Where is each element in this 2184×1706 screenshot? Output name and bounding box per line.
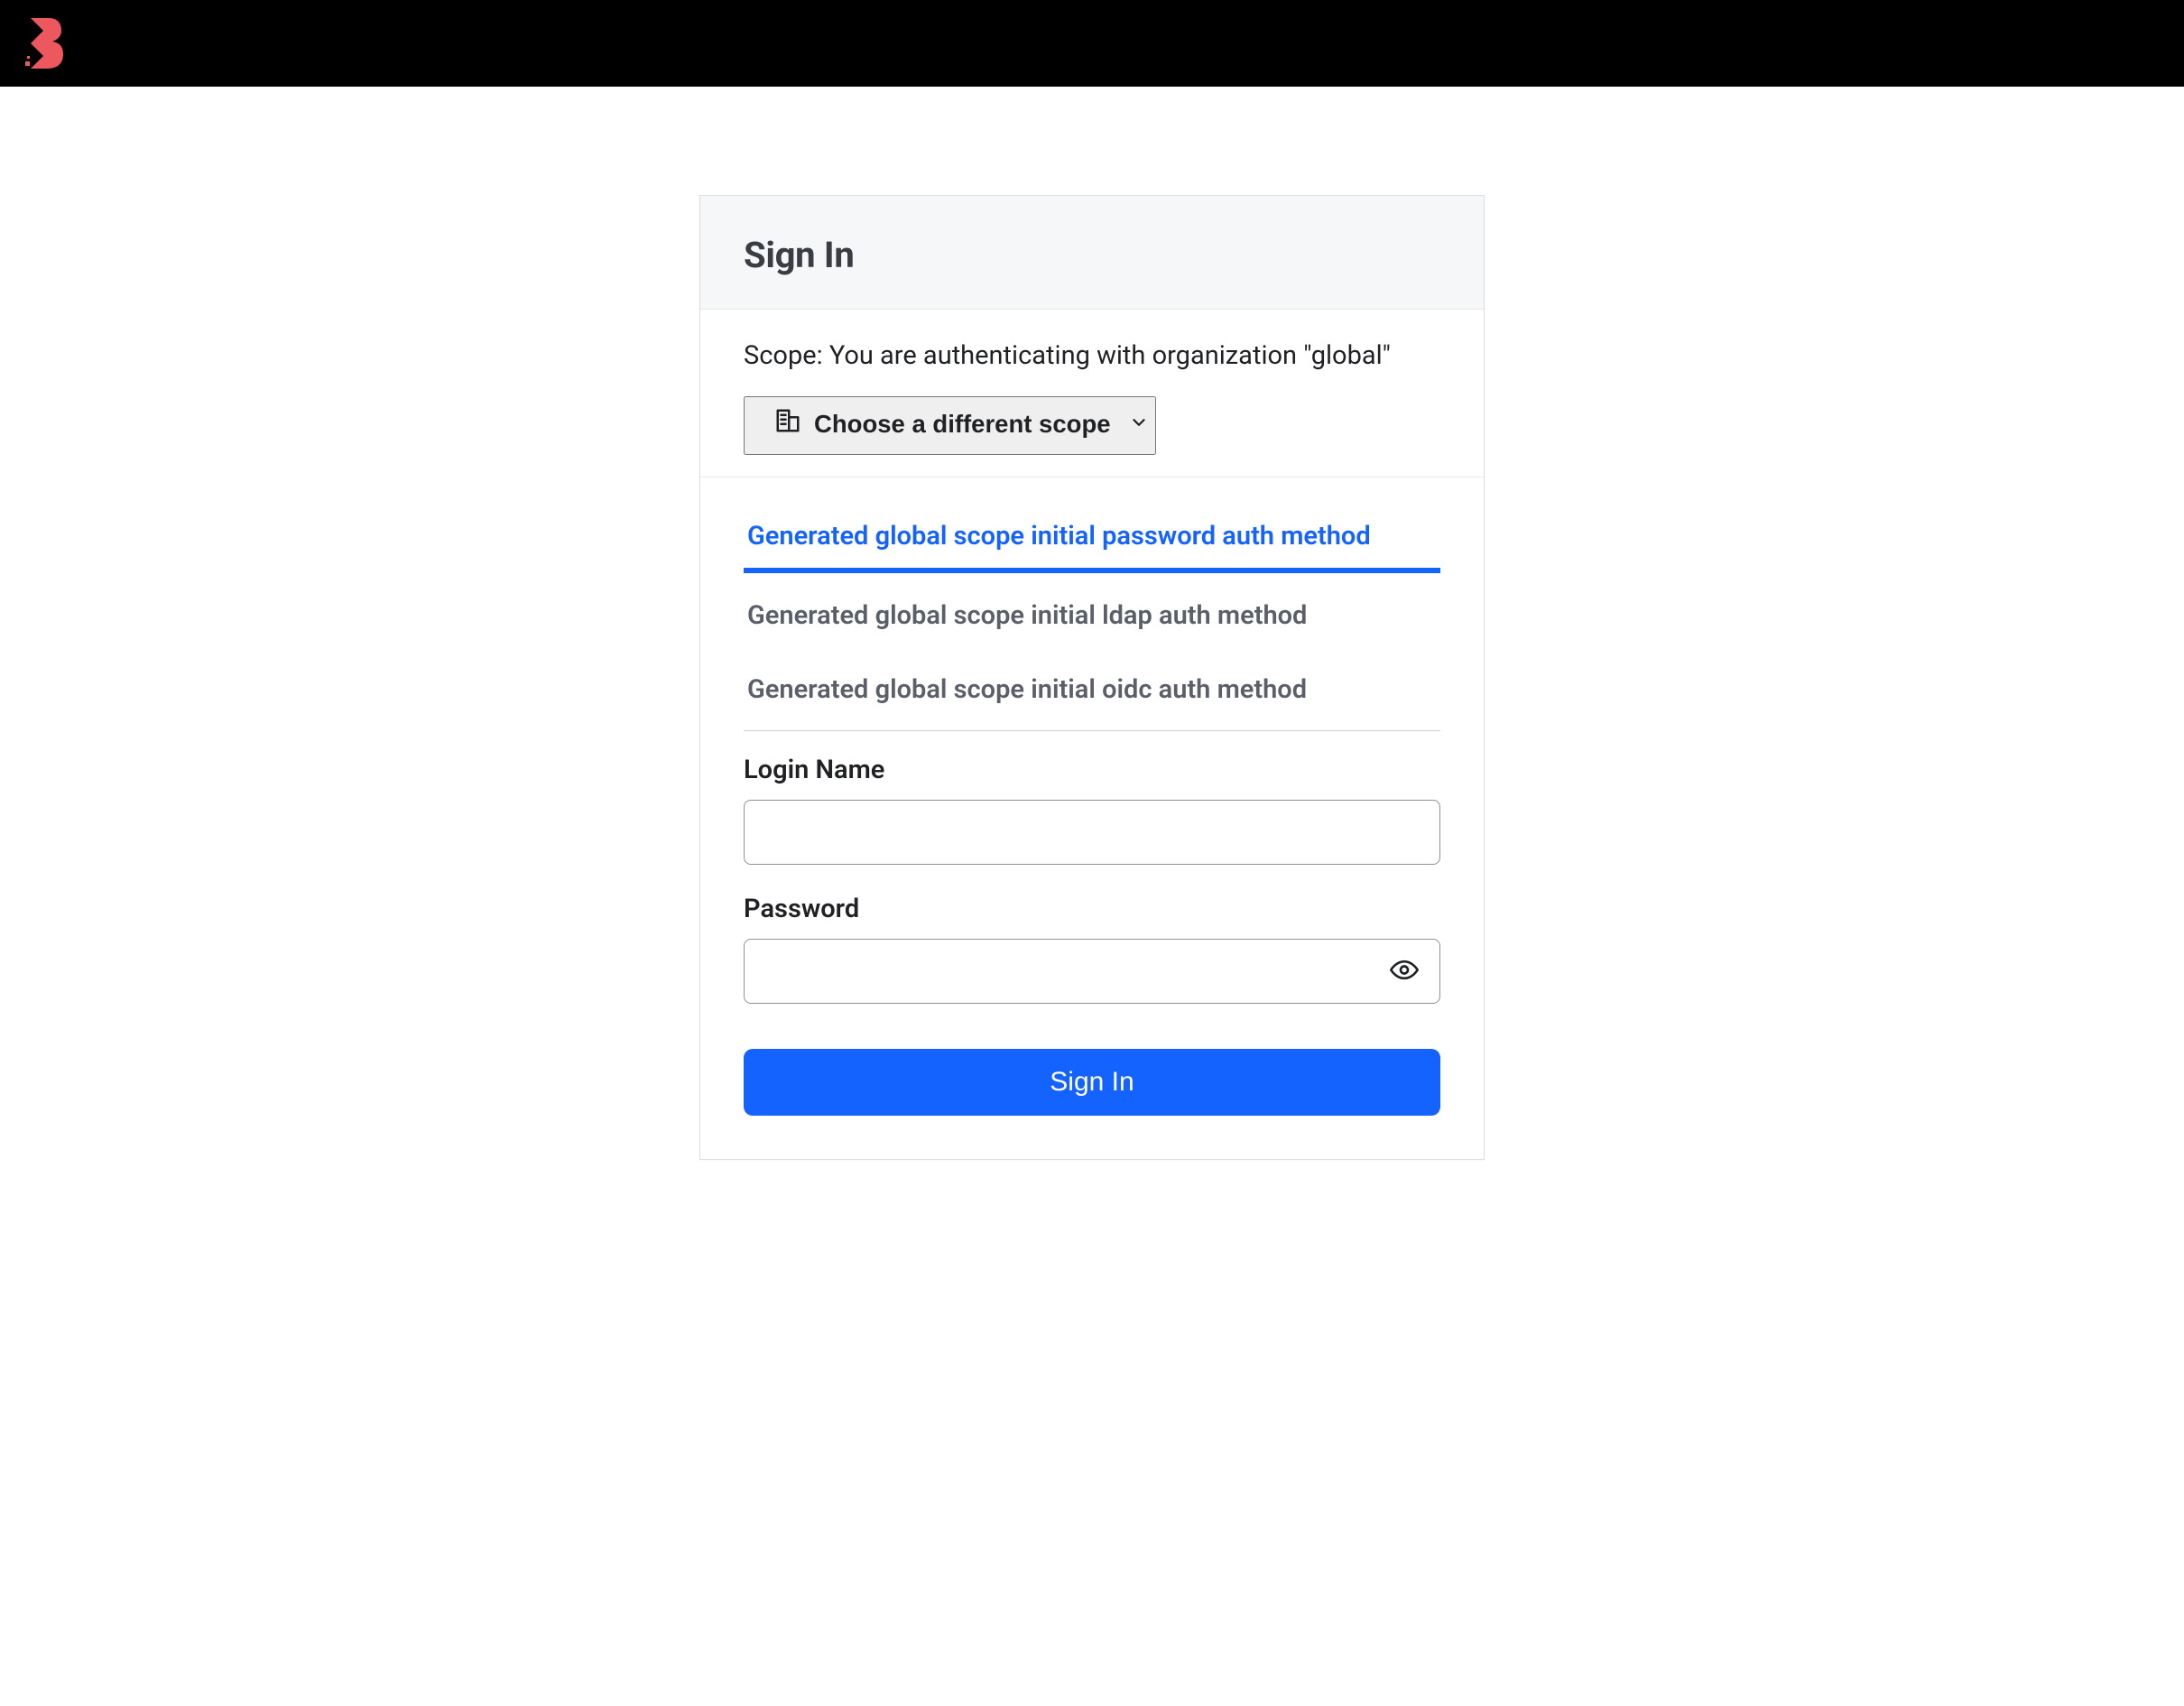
toggle-password-visibility-button[interactable] (1384, 950, 1424, 993)
password-input-wrap (744, 939, 1440, 1004)
top-bar (0, 0, 2184, 87)
scope-message: Scope: You are authenticating with organ… (744, 340, 1440, 371)
card-header: Sign In (700, 196, 1484, 310)
page-content: Sign In Scope: You are authenticating wi… (0, 87, 2184, 1214)
password-field: Password (744, 894, 1440, 1004)
signin-card: Sign In Scope: You are authenticating wi… (699, 195, 1485, 1160)
tab-ldap-auth[interactable]: Generated global scope initial ldap auth… (744, 579, 1440, 653)
password-input[interactable] (744, 939, 1440, 1004)
signin-button[interactable]: Sign In (744, 1049, 1440, 1116)
scope-section: Scope: You are authenticating with organ… (700, 310, 1484, 477)
chevron-down-icon (1129, 410, 1149, 439)
login-label: Login Name (744, 755, 1440, 785)
tab-password-auth[interactable]: Generated global scope initial password … (744, 499, 1440, 573)
login-input[interactable] (744, 800, 1440, 865)
tab-oidc-auth[interactable]: Generated global scope initial oidc auth… (744, 653, 1440, 727)
choose-scope-button[interactable]: Choose a different scope (744, 396, 1156, 455)
choose-scope-label: Choose a different scope (814, 410, 1111, 439)
signin-form: Login Name Password (700, 731, 1484, 1159)
brand-logo (22, 16, 65, 70)
org-icon (774, 407, 801, 440)
auth-method-tabs: Generated global scope initial password … (700, 477, 1484, 731)
login-field: Login Name (744, 755, 1440, 865)
eye-icon (1390, 956, 1419, 987)
password-label: Password (744, 894, 1440, 924)
page-title: Sign In (744, 234, 1440, 276)
